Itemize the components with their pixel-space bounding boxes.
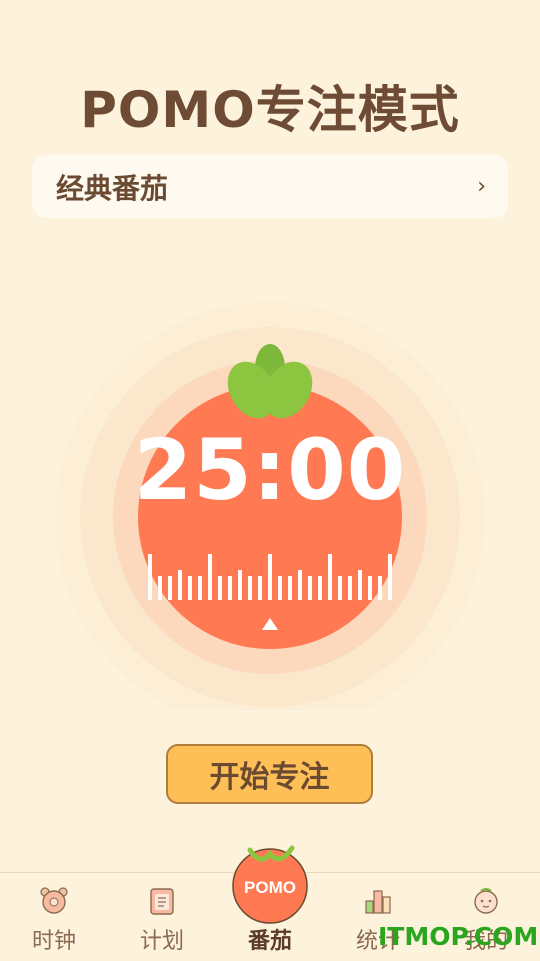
tab-label: 时钟 <box>31 929 76 954</box>
tomato-timer: 25:00 <box>0 250 540 710</box>
tab-label: 番茄 <box>247 929 292 954</box>
scale-tick <box>248 576 252 600</box>
pomo-tomato-icon[interactable]: POMO <box>230 838 310 924</box>
alarm-clock-icon <box>40 887 68 914</box>
scale-tick <box>368 576 372 600</box>
mode-label: 经典番茄 <box>56 171 169 205</box>
tab-clock[interactable]: 时钟 <box>0 873 108 961</box>
chevron-right-icon: › <box>477 174 486 199</box>
tab-plan[interactable]: 计划 <box>108 873 216 961</box>
bar-chart-icon <box>365 890 391 914</box>
scale-tick <box>208 554 212 600</box>
scale-tick <box>318 576 322 600</box>
scale-tick <box>338 576 342 600</box>
scale-tick <box>378 576 382 600</box>
watermark: ITMOP.COM <box>378 922 539 951</box>
scale-tick <box>258 576 262 600</box>
start-focus-button[interactable]: 开始专注 <box>166 744 373 804</box>
timer-display: 25:00 <box>133 421 407 519</box>
page-title: POMO专注模式 <box>80 81 460 139</box>
scale-tick <box>268 554 272 600</box>
scale-tick <box>178 570 182 600</box>
scale-tick <box>388 554 392 600</box>
tab-label: 计划 <box>139 929 184 954</box>
scale-tick <box>198 576 202 600</box>
notebook-icon <box>150 888 174 915</box>
scale-tick <box>278 576 282 600</box>
scale-tick <box>218 576 222 600</box>
scale-tick <box>348 576 352 600</box>
scale-tick <box>238 570 242 600</box>
scale-tick <box>328 554 332 600</box>
scale-tick <box>358 570 362 600</box>
scale-tick <box>188 576 192 600</box>
scale-tick <box>158 576 162 600</box>
scale-tick <box>288 576 292 600</box>
pomo-badge-label: POMO <box>244 878 296 897</box>
mode-selector[interactable]: 经典番茄 › <box>32 155 508 218</box>
scale-tick <box>228 576 232 600</box>
scale-tick <box>298 570 302 600</box>
scale-tick <box>148 554 152 600</box>
profile-icon <box>474 888 498 914</box>
scale-tick <box>168 576 172 600</box>
scale-tick <box>308 576 312 600</box>
